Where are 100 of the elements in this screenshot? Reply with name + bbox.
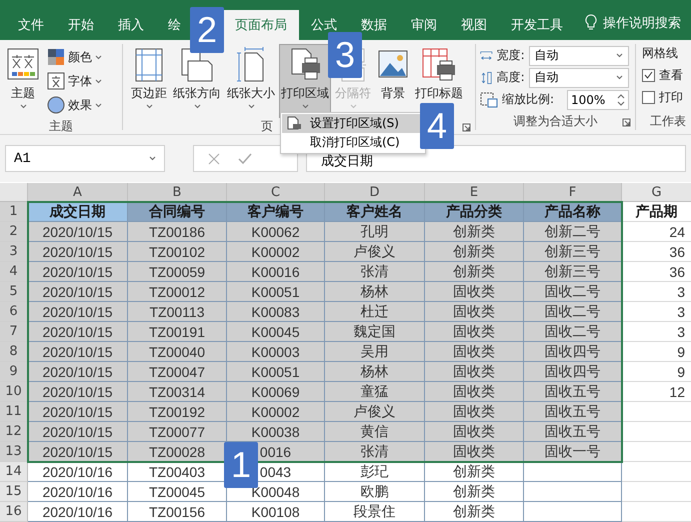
- header-cell: 产品分类: [425, 202, 524, 222]
- table-cell: 孔明: [325, 222, 425, 242]
- table-cell: 2020/10/15: [28, 442, 128, 462]
- table-cell: 固收类: [425, 402, 524, 422]
- table-cell: 固收一号: [524, 442, 622, 462]
- table-cell: 2020/10/15: [28, 422, 128, 442]
- table-cell: 2020/10/15: [28, 282, 128, 302]
- table-cell: 2020/10/15: [28, 322, 128, 342]
- table-cell: 2020/10/15: [28, 242, 128, 262]
- table-cell: K00002: [227, 402, 325, 422]
- table-cell: TZ00059: [128, 262, 227, 282]
- header-cell: 合同编号: [128, 202, 227, 222]
- table-cell: 固收类: [425, 422, 524, 442]
- table-cell: 杨林: [325, 282, 425, 302]
- table-cell: 创新类: [425, 462, 524, 482]
- header-cell: 产品名称: [524, 202, 622, 222]
- table-cell: 固收类: [425, 302, 524, 322]
- table-cell: K00083: [227, 302, 325, 322]
- table-cell: 杜迁: [325, 302, 425, 322]
- table-cell: 张清: [325, 442, 425, 462]
- table-cell: 魏定国: [325, 322, 425, 342]
- table-cell: TZ00191: [128, 322, 227, 342]
- table-cell: TZ00077: [128, 422, 227, 442]
- table-cell: 2020/10/15: [28, 342, 128, 362]
- table-cell: 固收四号: [524, 362, 622, 382]
- height-label: 高度:: [496, 69, 525, 86]
- table-cell: TZ00156: [128, 502, 227, 522]
- group-label: 页: [261, 118, 273, 135]
- table-cell: 固收五号: [524, 382, 622, 402]
- table-cell: TZ00192: [128, 402, 227, 422]
- table-cell: TZ00047: [128, 362, 227, 382]
- table-cell: 创新类: [425, 242, 524, 262]
- header-cell: 客户姓名: [325, 202, 425, 222]
- group-label: 主题: [49, 118, 73, 135]
- gridlines-heading: 网格线: [642, 45, 679, 62]
- step-number-tooltip: 3: [328, 32, 362, 78]
- header-cell: 成交日期: [28, 202, 128, 222]
- header-cell: 客户编号: [227, 202, 325, 222]
- table-cell: TZ00186: [128, 222, 227, 242]
- table-cell: 2020/10/15: [28, 382, 128, 402]
- step-number-tooltip: 2: [190, 7, 224, 53]
- checkbox-label: 打印: [659, 88, 683, 106]
- scale-label: 缩放比例:: [502, 91, 554, 108]
- table-cell: K00016: [227, 262, 325, 282]
- table-cell: K00108: [227, 502, 325, 522]
- table-cell: K00045: [227, 322, 325, 342]
- table-cell: 卢俊义: [325, 242, 425, 262]
- table-cell: TZ00314: [128, 382, 227, 402]
- table-cell: 固收类: [425, 282, 524, 302]
- table-cell: 固收类: [425, 382, 524, 402]
- table-cell: 2020/10/16: [28, 462, 128, 482]
- table-cell: K00048: [227, 482, 325, 502]
- table-cell: K00003: [227, 342, 325, 362]
- table-cell: 欧鹏: [325, 482, 425, 502]
- table-cell: 固收五号: [524, 402, 622, 422]
- table-cell: 固收类: [425, 322, 524, 342]
- table-cell: K00002: [227, 242, 325, 262]
- table-cell: 创新二号: [524, 222, 622, 242]
- table-cell: 创新类: [425, 482, 524, 502]
- table-cell: 创新类: [425, 262, 524, 282]
- table-cell: 2020/10/16: [28, 502, 128, 522]
- table-cell: 创新类: [425, 222, 524, 242]
- table-cell: TZ00102: [128, 242, 227, 262]
- group-label: 工作表: [650, 112, 686, 130]
- table-cell: TZ00028: [128, 442, 227, 462]
- table-cell: 杨林: [325, 362, 425, 382]
- table-cell: 创新类: [425, 502, 524, 522]
- table-cell: 固收类: [425, 342, 524, 362]
- table-cell: 固收二号: [524, 282, 622, 302]
- table-cell: 固收二号: [524, 322, 622, 342]
- table-cell: 创新三号: [524, 262, 622, 282]
- table-cell: 卢俊义: [325, 402, 425, 422]
- table-cell: 黄信: [325, 422, 425, 442]
- table-cell: 2020/10/15: [28, 402, 128, 422]
- table-cell: 固收四号: [524, 342, 622, 362]
- table-cell: 彭玘: [325, 462, 425, 482]
- table-cell: K00062: [227, 222, 325, 242]
- table-cell: K00051: [227, 362, 325, 382]
- table-cell: 2020/10/16: [28, 482, 128, 502]
- step-number-tooltip: 1: [224, 442, 258, 488]
- table-cell: 创新三号: [524, 242, 622, 262]
- table-cell: 2020/10/15: [28, 262, 128, 282]
- header-cell: 产品期: [622, 202, 691, 222]
- table-cell: K00051: [227, 282, 325, 302]
- table-cell: 固收二号: [524, 302, 622, 322]
- table-cell: TZ00040: [128, 342, 227, 362]
- width-label: 宽度:: [496, 47, 525, 64]
- table-cell: 童猛: [325, 382, 425, 402]
- table-cell: 固收类: [425, 362, 524, 382]
- table-cell: 固收五号: [524, 422, 622, 442]
- table-cell: 2020/10/15: [28, 302, 128, 322]
- checkbox-label: 查看: [659, 66, 683, 84]
- table-cell: K00069: [227, 382, 325, 402]
- table-cell: K00038: [227, 422, 325, 442]
- table-cell: TZ00012: [128, 282, 227, 302]
- table-cell: 2020/10/15: [28, 362, 128, 382]
- step-number-tooltip: 4: [420, 103, 454, 149]
- table-cell: 段景住: [325, 502, 425, 522]
- table-cell: 吴用: [325, 342, 425, 362]
- group-label: 调整为合适大小: [514, 112, 598, 130]
